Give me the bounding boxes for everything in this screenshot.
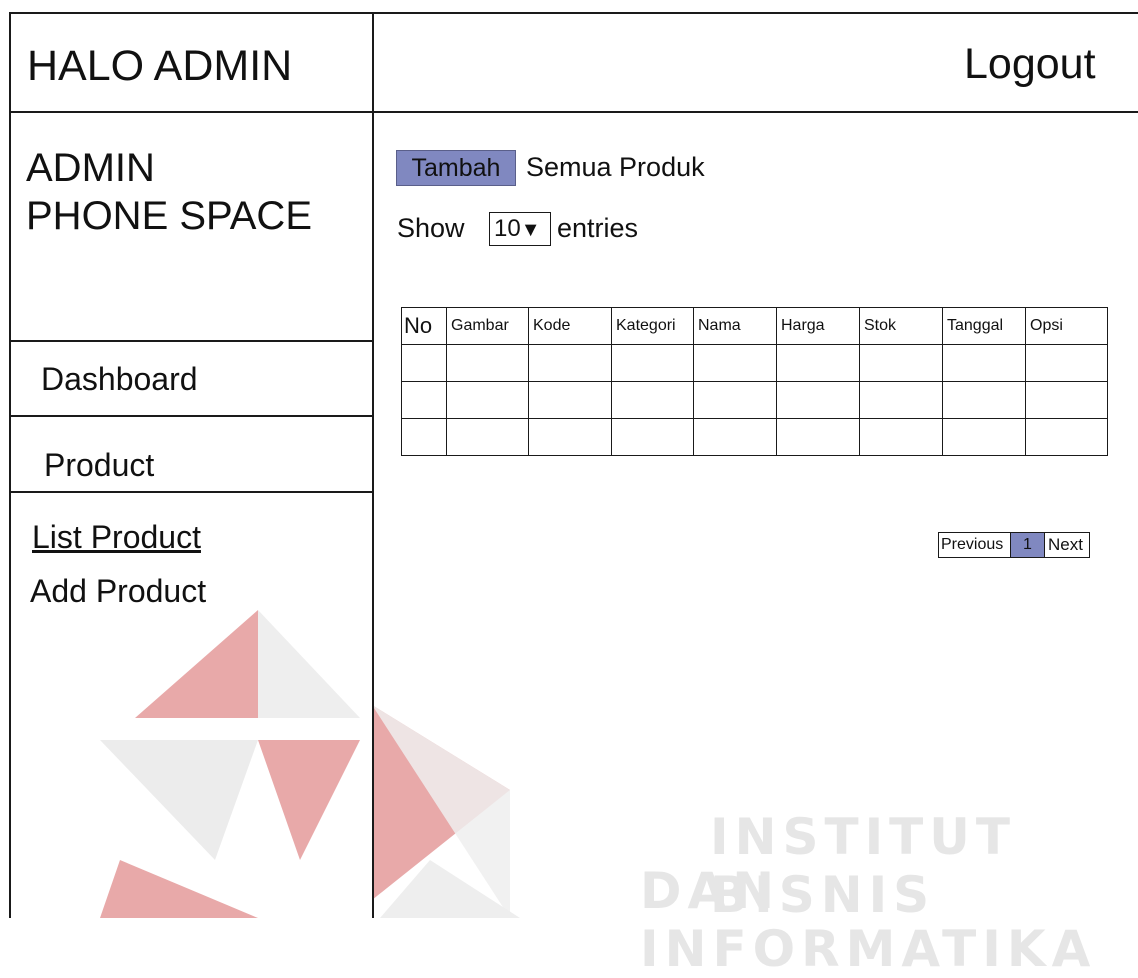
- product-bottom-border: [9, 491, 373, 493]
- table-row: [401, 344, 1108, 382]
- table-cell: [859, 418, 943, 456]
- table-cell: [1025, 381, 1108, 419]
- table-header-row: No Gambar Kode Kategori Nama Harga Stok …: [401, 307, 1108, 345]
- table-cell: [942, 344, 1026, 382]
- table-cell: [611, 418, 694, 456]
- table-cell: [859, 344, 943, 382]
- table-cell: [528, 344, 612, 382]
- add-product-button[interactable]: Tambah: [396, 150, 516, 186]
- table-cell: [776, 344, 860, 382]
- top-border: [9, 12, 1138, 14]
- left-border: [9, 12, 11, 918]
- table-cell: [401, 344, 447, 382]
- column-header: Gambar: [446, 307, 529, 345]
- column-header: Harga: [776, 307, 860, 345]
- column-header: Kode: [528, 307, 612, 345]
- watermark-logo: [100, 610, 520, 918]
- table-cell: [446, 381, 529, 419]
- column-header: Opsi: [1025, 307, 1108, 345]
- table-cell: [942, 381, 1026, 419]
- product-table: No Gambar Kode Kategori Nama Harga Stok …: [401, 307, 1108, 456]
- show-label: Show: [397, 213, 465, 243]
- pagination-page-1[interactable]: 1: [1011, 533, 1045, 557]
- pagination: Previous 1 Next: [938, 532, 1090, 558]
- logout-link[interactable]: Logout: [964, 40, 1096, 89]
- brand-title-line1: ADMIN: [26, 146, 155, 190]
- column-header: No: [401, 307, 447, 345]
- column-header: Tanggal: [942, 307, 1026, 345]
- submenu-list-product[interactable]: List Product: [32, 519, 201, 556]
- entries-select[interactable]: 10▼: [489, 212, 551, 246]
- table-cell: [446, 344, 529, 382]
- column-header: Stok: [859, 307, 943, 345]
- entries-select-value: 10: [494, 215, 521, 242]
- table-cell: [401, 381, 447, 419]
- table-cell: [528, 418, 612, 456]
- sidebar-item-product[interactable]: Product: [44, 447, 154, 484]
- table-cell: [446, 418, 529, 456]
- table-cell: [693, 381, 777, 419]
- pagination-previous-button[interactable]: Previous: [939, 533, 1011, 557]
- table-cell: [401, 418, 447, 456]
- column-header: Nama: [693, 307, 777, 345]
- column-header: Kategori: [611, 307, 694, 345]
- table-row: [401, 381, 1108, 419]
- table-cell: [528, 381, 612, 419]
- table-cell: [776, 381, 860, 419]
- brand-title-line2: PHONE SPACE: [26, 194, 312, 238]
- submenu-add-product[interactable]: Add Product: [30, 573, 206, 610]
- dashboard-bottom-border: [9, 415, 373, 417]
- chevron-down-icon: ▼: [520, 219, 541, 241]
- table-cell: [942, 418, 1026, 456]
- table-cell: [611, 344, 694, 382]
- table-cell: [1025, 418, 1108, 456]
- table-cell: [611, 381, 694, 419]
- table-cell: [693, 418, 777, 456]
- table-cell: [693, 344, 777, 382]
- table-row: [401, 418, 1108, 456]
- sidebar-divider: [372, 12, 374, 918]
- header-bottom-border: [9, 111, 1138, 113]
- brand-bottom-border: [9, 340, 373, 342]
- table-cell: [859, 381, 943, 419]
- watermark-text-line2: DAN INFORMATIKA: [640, 862, 1097, 978]
- table-cell: [776, 418, 860, 456]
- header-greeting: HALO ADMIN: [27, 42, 293, 90]
- entries-label: entries: [557, 213, 639, 243]
- pagination-next-button[interactable]: Next: [1045, 533, 1089, 557]
- page-heading: Semua Produk: [526, 152, 705, 182]
- sidebar-item-dashboard[interactable]: Dashboard: [41, 361, 198, 398]
- table-cell: [1025, 344, 1108, 382]
